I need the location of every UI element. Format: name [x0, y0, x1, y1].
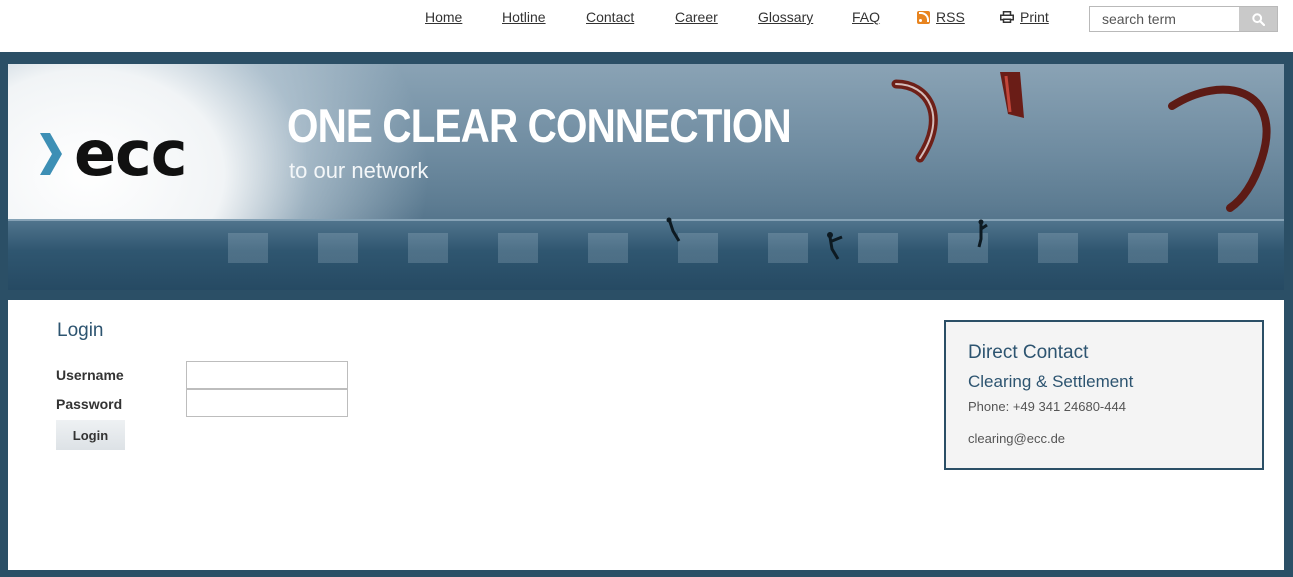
- nav-link-faq[interactable]: FAQ: [852, 9, 880, 25]
- password-field-wrapper: [186, 389, 348, 417]
- username-label: Username: [56, 367, 124, 383]
- nav-link-glossary[interactable]: Glossary: [758, 9, 813, 25]
- nav-link-hotline[interactable]: Hotline: [502, 9, 546, 25]
- hero-banner: ecc ONE CLEAR CONNECTION to our network: [8, 64, 1284, 290]
- kitesurfer-image: [666, 217, 681, 242]
- banner-headline: ONE CLEAR CONNECTION: [287, 99, 792, 152]
- login-title: Login: [57, 320, 104, 341]
- rss-icon: [917, 11, 930, 24]
- nav-link-print[interactable]: Print: [1000, 9, 1049, 25]
- nav-link-career[interactable]: Career: [675, 9, 718, 25]
- banner-sea-image: [8, 219, 1284, 290]
- username-field[interactable]: [187, 362, 347, 388]
- username-field-wrapper: [186, 361, 348, 389]
- search-input[interactable]: [1090, 7, 1239, 31]
- nav-link-home[interactable]: Home: [425, 9, 462, 25]
- login-button[interactable]: Login: [56, 420, 125, 450]
- kite-image: [1000, 72, 1024, 118]
- contact-phone: Phone: +49 341 24680-444: [968, 399, 1126, 414]
- kitesurfer-image: [977, 219, 988, 248]
- password-label: Password: [56, 396, 123, 412]
- top-navigation: Home Hotline Contact Career Glossary FAQ…: [0, 0, 1293, 50]
- nav-link-print-label: Print: [1020, 9, 1049, 25]
- search-box: [1089, 6, 1278, 32]
- nav-link-contact[interactable]: Contact: [586, 9, 634, 25]
- print-icon: [1000, 11, 1014, 23]
- contact-email[interactable]: clearing@ecc.de: [968, 431, 1065, 446]
- search-button[interactable]: [1239, 7, 1277, 31]
- logo-text: ecc: [74, 117, 188, 190]
- contact-title: Direct Contact: [968, 342, 1089, 363]
- content-area: Login Username Password Login Direct Con…: [8, 300, 1284, 570]
- search-icon: [1251, 12, 1265, 26]
- ecc-logo[interactable]: ecc: [40, 117, 188, 190]
- password-field[interactable]: [187, 390, 347, 416]
- nav-link-rss[interactable]: RSS: [917, 9, 965, 25]
- nav-link-rss-label: RSS: [936, 9, 965, 25]
- kitesurfer-image: [827, 232, 843, 260]
- logo-chevron-icon: [40, 133, 62, 175]
- direct-contact-box: Direct Contact Clearing & Settlement Pho…: [944, 320, 1264, 470]
- banner-subline: to our network: [289, 158, 429, 183]
- main-frame: ecc ONE CLEAR CONNECTION to our network …: [0, 52, 1293, 577]
- kite-image: [1168, 85, 1271, 212]
- kite-image: [891, 79, 938, 163]
- contact-department: Clearing & Settlement: [968, 372, 1134, 391]
